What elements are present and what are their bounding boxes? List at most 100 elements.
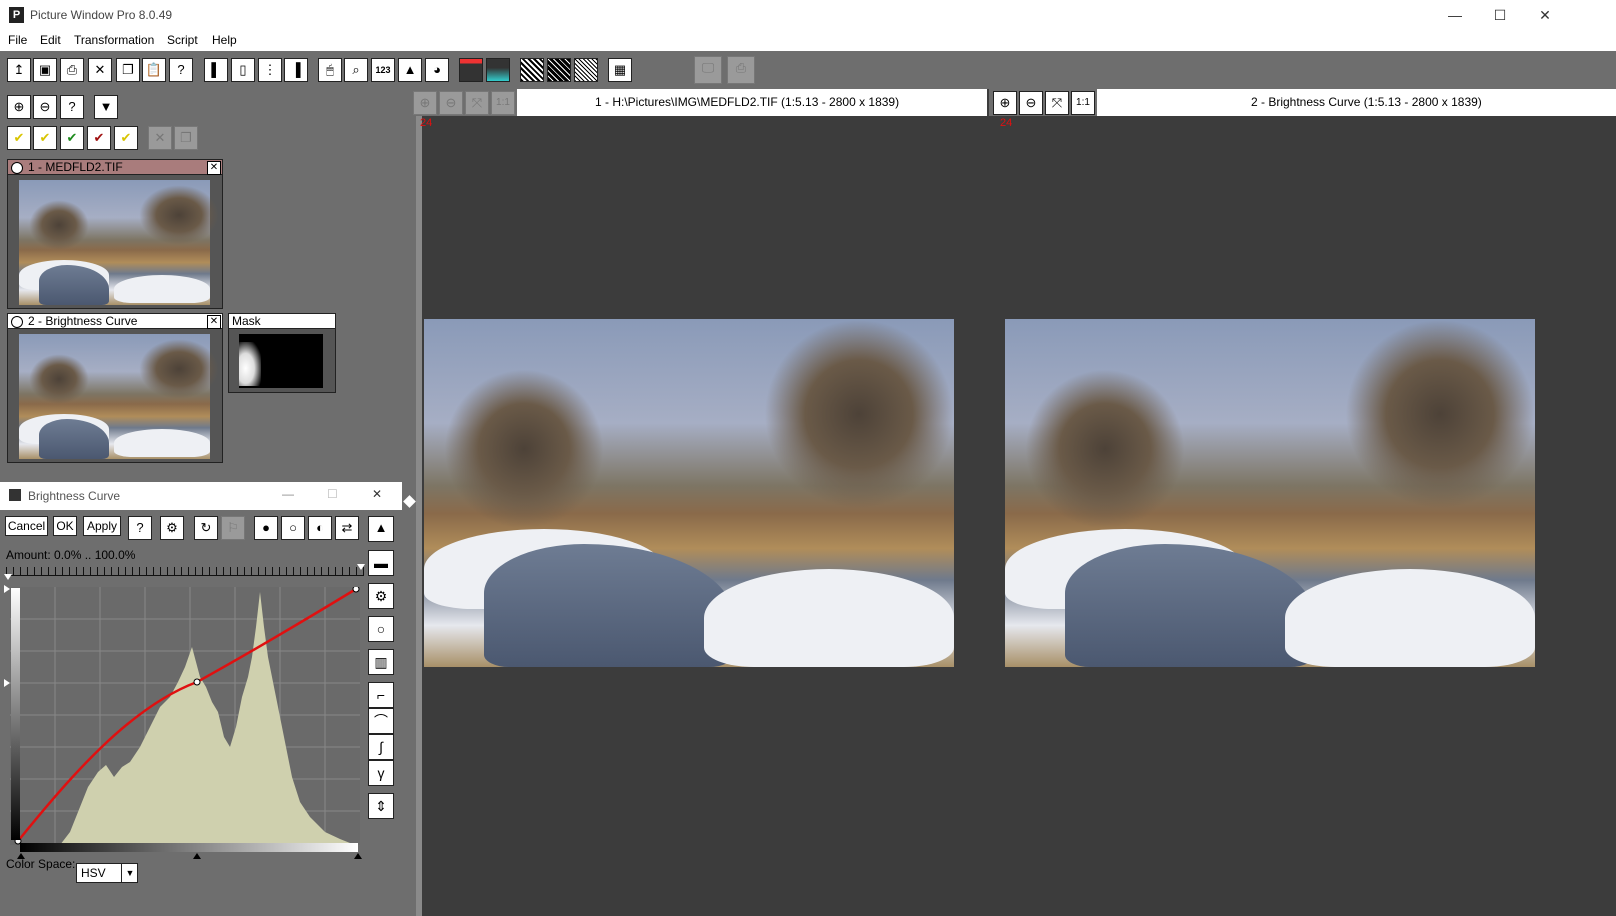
main-image-original[interactable] [424, 319, 954, 667]
swap-icon[interactable]: ⇄ [335, 516, 359, 540]
print-icon[interactable]: ⎙ [60, 58, 84, 82]
zoom-in-icon[interactable]: ⊕ [413, 91, 437, 115]
hatch-light-icon[interactable] [520, 58, 544, 82]
input-mid-handle-icon[interactable] [193, 853, 201, 859]
panel-splitter[interactable] [416, 89, 422, 916]
check-red-icon[interactable]: ✔ [87, 126, 111, 150]
check-green-icon[interactable]: ✔ [60, 126, 84, 150]
grid-icon[interactable]: ▦ [608, 58, 632, 82]
dialog-minimize-button[interactable]: — [282, 487, 294, 501]
curve-point[interactable] [193, 678, 201, 686]
panel-dots-icon[interactable]: ⋮ [258, 58, 282, 82]
minimize-button[interactable]: — [1432, 2, 1478, 28]
output-white-handle-icon[interactable] [4, 585, 10, 593]
zoom-out-icon[interactable]: ⊖ [1019, 91, 1043, 115]
thumbnail-window-2[interactable]: 2 - Brightness Curve ✕ [7, 313, 223, 463]
gear-icon[interactable]: ⚙ [160, 516, 184, 540]
mask-window[interactable]: Mask [228, 313, 336, 393]
paste-disabled-icon[interactable]: ❐ [174, 126, 198, 150]
circle-half-icon[interactable]: ◐ [308, 516, 332, 540]
refresh-icon[interactable]: ↻ [194, 516, 218, 540]
help-icon[interactable]: ? [128, 516, 152, 540]
save-icon[interactable]: ▣ [33, 58, 57, 82]
close-image-icon[interactable]: ✕ [88, 58, 112, 82]
help-icon[interactable]: ? [60, 95, 84, 119]
radio-icon[interactable] [11, 162, 23, 174]
menu-file[interactable]: File [8, 33, 27, 47]
apply-button[interactable]: Apply [83, 516, 121, 536]
curve-arc-icon[interactable]: ⌒ [368, 708, 394, 734]
close-icon[interactable]: ✕ [207, 161, 221, 175]
input-white-handle-icon[interactable] [354, 853, 362, 859]
thumbnail-window-1[interactable]: 1 - MEDFLD2.TIF ✕ [7, 159, 223, 309]
mouse-icon[interactable]: 🖱 [318, 58, 342, 82]
radio-icon[interactable] [11, 316, 23, 328]
hatch-fine-icon[interactable] [574, 58, 598, 82]
circle-filled-icon[interactable]: ● [254, 516, 278, 540]
zoom-in-icon[interactable]: ⊕ [993, 91, 1017, 115]
actual-size-icon[interactable]: 1:1 [1071, 91, 1095, 115]
open-icon[interactable]: ↥ [7, 58, 31, 82]
histogram-bars-icon[interactable]: ▥ [368, 649, 394, 675]
amount-slider[interactable] [6, 567, 364, 576]
chevron-down-icon[interactable]: ▼ [121, 864, 138, 882]
zoom-out-icon[interactable]: ⊖ [33, 95, 57, 119]
menu-script[interactable]: Script [167, 33, 198, 47]
curve-step-icon[interactable]: ⌐ [368, 682, 394, 708]
menu-transformation[interactable]: Transformation [74, 33, 154, 47]
ok-button[interactable]: OK [53, 516, 77, 536]
gradient-cyan-icon[interactable] [486, 58, 510, 82]
run-disabled-icon[interactable]: ⚐ [221, 516, 245, 540]
output-mid-handle-icon[interactable] [4, 679, 10, 687]
mask-toggle-icon[interactable]: ▬ [368, 550, 394, 576]
help-icon[interactable]: ? [169, 58, 193, 82]
thumbnail-header[interactable]: 2 - Brightness Curve ✕ [8, 314, 222, 329]
values-icon[interactable]: 123 [371, 58, 395, 82]
gradient-red-icon[interactable] [459, 58, 483, 82]
histogram-icon[interactable]: ▲ [398, 58, 422, 82]
curve-s-icon[interactable]: ∫ [368, 734, 394, 760]
cancel-button[interactable]: Cancel [5, 516, 48, 536]
slider-max-handle-icon[interactable] [357, 564, 365, 570]
fit-icon[interactable]: ⤧ [465, 91, 489, 115]
gear-icon[interactable]: ⚙ [368, 583, 394, 609]
main-image-result[interactable] [1005, 319, 1535, 667]
gamma-icon[interactable]: γ [368, 760, 394, 786]
menu-help[interactable]: Help [212, 33, 237, 47]
panel-full-icon[interactable]: ▯ [231, 58, 255, 82]
copy-icon[interactable]: ❐ [116, 58, 140, 82]
close-button[interactable]: ✕ [1522, 2, 1568, 28]
check-yellow-stack-icon[interactable]: ✔ [114, 126, 138, 150]
zoom-out-icon[interactable]: ⊖ [439, 91, 463, 115]
histogram-icon[interactable]: ▲ [368, 516, 394, 542]
dialog-maximize-button[interactable]: ☐ [327, 487, 338, 501]
delete-disabled-icon[interactable]: ✕ [148, 126, 172, 150]
check-yellow-icon[interactable]: ✔ [7, 126, 31, 150]
input-black-handle-icon[interactable] [17, 853, 25, 859]
zoom-in-icon[interactable]: ⊕ [7, 95, 31, 119]
monitor-icon[interactable]: 🖵 [694, 56, 722, 84]
printer-disabled-icon[interactable]: ⎙ [727, 56, 755, 84]
maximize-button[interactable]: ☐ [1477, 2, 1523, 28]
dropdown-icon[interactable]: ▼ [94, 95, 118, 119]
curve-graph[interactable] [10, 587, 360, 845]
magnifier-icon[interactable]: ⌕ [344, 58, 368, 82]
paste-icon[interactable]: 📋 [142, 58, 166, 82]
dialog-close-button[interactable]: ✕ [372, 487, 382, 501]
expand-icon[interactable]: ⇕ [368, 793, 394, 819]
hatch-dark-icon[interactable] [547, 58, 571, 82]
panel-left-icon[interactable]: ▌ [204, 58, 228, 82]
panel-right-icon[interactable]: ▐ [284, 58, 308, 82]
color-space-select[interactable]: HSV ▼ [76, 863, 138, 883]
slider-min-handle-icon[interactable] [4, 574, 12, 580]
menu-edit[interactable]: Edit [40, 33, 61, 47]
palette-icon[interactable]: ◕ [425, 58, 449, 82]
check-yellow-double-icon[interactable]: ✔ [33, 126, 57, 150]
curve-point[interactable] [352, 587, 360, 593]
circle-icon[interactable]: ○ [368, 616, 394, 642]
fit-icon[interactable]: ⤧ [1045, 91, 1069, 115]
circle-icon[interactable]: ○ [281, 516, 305, 540]
close-icon[interactable]: ✕ [207, 315, 221, 329]
thumbnail-header[interactable]: 1 - MEDFLD2.TIF ✕ [8, 160, 222, 175]
actual-size-icon[interactable]: 1:1 [491, 91, 515, 115]
